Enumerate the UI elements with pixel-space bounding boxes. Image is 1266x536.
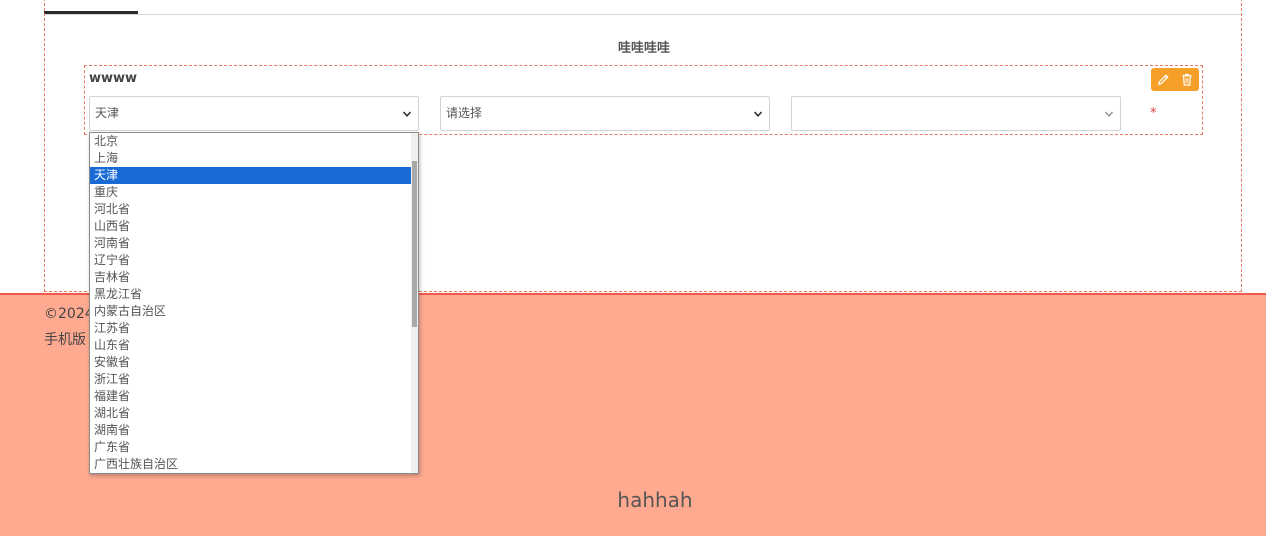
dropdown-option[interactable]: 湖北省 [90,405,412,422]
required-mark: * [1150,106,1157,121]
dropdown-option[interactable]: 广西壮族自治区 [90,456,412,473]
dropdown-option[interactable]: 湖南省 [90,422,412,439]
dropdown-option[interactable]: 河北省 [90,201,412,218]
dropdown-option[interactable]: 广东省 [90,439,412,456]
province-select[interactable]: 天津 [89,96,419,131]
dropdown-option[interactable]: 浙江省 [90,371,412,388]
city-select-placeholder: 请选择 [446,106,483,120]
dropdown-options: 北京 上海 天津 重庆 河北省 山西省 河南省 辽宁省 吉林省 黑龙江省 内蒙古自治区 江苏省 山东省安… [90,133,412,473]
chevron-down-icon [1104,111,1114,117]
dropdown-option[interactable]: 黑龙江省 [90,286,412,303]
delete-button[interactable] [1179,72,1195,88]
footer-text: hahhah [617,488,693,512]
province-select-value: 天津 [95,106,120,120]
dropdown-option[interactable]: 山西省 [90,218,412,235]
trash-icon [1182,73,1192,86]
dropdown-scrollbar[interactable] [411,133,418,473]
pencil-icon [1157,74,1169,85]
field-label: wwww [89,71,138,86]
form-title: 哇哇哇哇 [617,41,670,56]
field-toolbar [1151,68,1199,91]
copyright-text: ©2024 [44,306,94,322]
dropdown-option[interactable]: 上海 [90,150,412,167]
edit-button[interactable] [1155,72,1171,88]
dropdown-option[interactable]: 内蒙古自治区 [90,303,412,320]
city-select[interactable]: 请选择 [440,96,770,131]
dropdown-option[interactable]: 安徽省 [90,354,412,371]
dropdown-option[interactable]: 福建省 [90,388,412,405]
chevron-down-icon [753,111,763,117]
dropdown-option[interactable]: 河南省 [90,235,412,252]
province-dropdown-list[interactable]: 北京 上海 天津 重庆 河北省 山西省 河南省 辽宁省 吉林省 黑龙江省 内蒙古自治区 江苏省 山东省安… [89,132,419,474]
dropdown-option[interactable]: 山东省 [90,337,412,354]
dropdown-option[interactable]: 天津 [90,167,412,184]
dropdown-option[interactable]: 重庆 [90,184,412,201]
dropdown-option[interactable]: 吉林省 [90,269,412,286]
mobile-version-link[interactable]: 手机版 [44,329,86,349]
dropdown-option[interactable]: 辽宁省 [90,252,412,269]
dropdown-option[interactable]: 北京 [90,133,412,150]
dropdown-option[interactable]: 江苏省 [90,320,412,337]
district-select[interactable] [791,96,1121,131]
chevron-down-icon [402,111,412,117]
dropdown-scrollbar-thumb[interactable] [412,161,417,327]
